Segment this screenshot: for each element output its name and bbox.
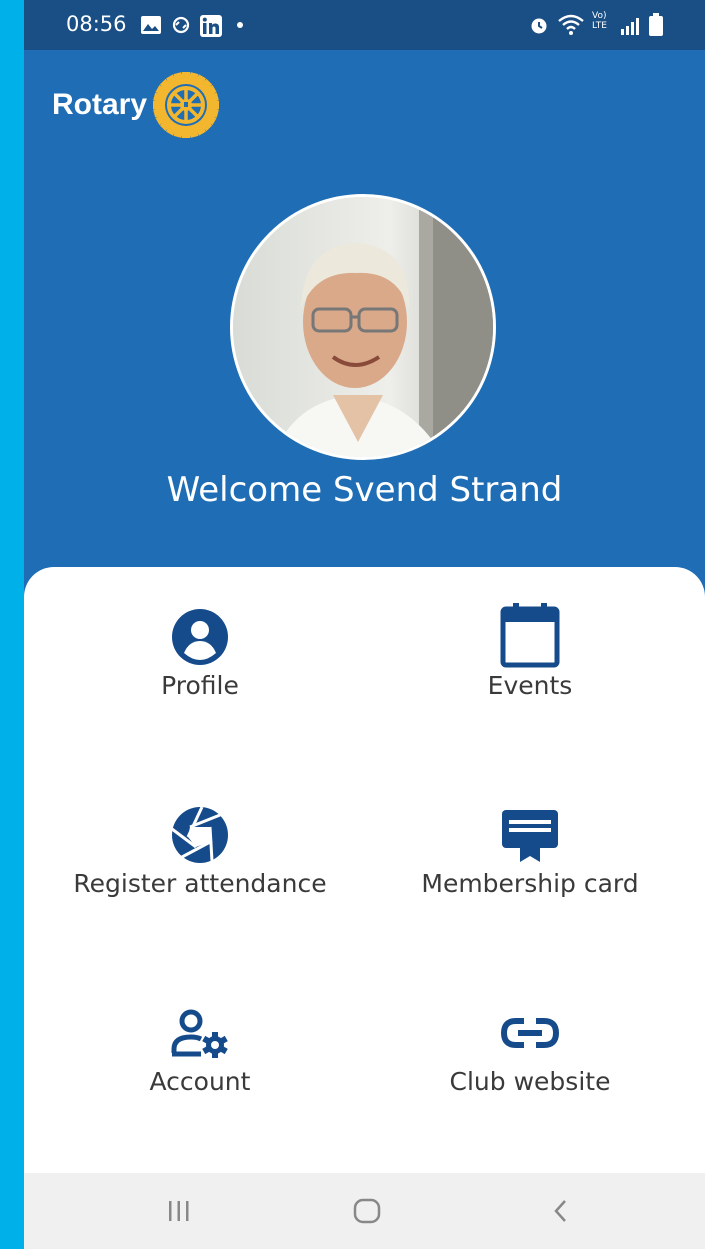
status-time: 08:56 — [66, 12, 127, 36]
navigation-bar — [24, 1173, 705, 1249]
lte-label: LTE — [592, 21, 607, 31]
account-label: Account — [149, 1067, 251, 1096]
volte-icon: Vo) LTE — [592, 11, 616, 31]
register-attendance-tile[interactable]: Register attendance — [35, 765, 365, 915]
rotary-wheel-icon — [153, 72, 220, 138]
battery-icon — [649, 13, 663, 36]
recents-button[interactable] — [149, 1191, 209, 1231]
card-icon — [502, 810, 558, 862]
linkedin-icon — [200, 15, 222, 37]
welcome-heading: Welcome Svend Strand — [166, 470, 563, 510]
profile-avatar — [230, 194, 496, 460]
account-tile[interactable]: Account — [35, 963, 365, 1113]
signal-icon — [621, 18, 639, 35]
calendar-icon — [500, 603, 560, 668]
dot-icon — [237, 22, 243, 28]
register-attendance-label: Register attendance — [73, 869, 327, 898]
sync-icon — [172, 16, 190, 34]
status-bar: 08:56 Vo) LTE — [24, 0, 705, 50]
profile-photo — [233, 197, 493, 457]
home-icon — [353, 1198, 381, 1224]
club-website-label: Club website — [449, 1067, 611, 1096]
rotary-logo: Rotary — [52, 72, 220, 138]
wifi-icon — [558, 14, 584, 35]
club-website-tile[interactable]: Club website — [365, 963, 695, 1113]
profile-tile[interactable]: Profile — [35, 567, 365, 717]
home-button[interactable] — [337, 1191, 397, 1231]
brand-name: Rotary — [52, 88, 148, 121]
menu-panel: Profile Events Register attendance Membe… — [24, 567, 705, 1173]
events-label: Events — [487, 671, 573, 700]
gallery-icon — [141, 16, 161, 34]
back-button[interactable] — [531, 1191, 591, 1231]
membership-card-label: Membership card — [421, 869, 639, 898]
shutter-icon — [171, 806, 228, 863]
app-header: Rotary Welcome Svend Strand — [24, 50, 705, 570]
recents-icon — [169, 1201, 189, 1221]
volte-label: Vo) — [592, 11, 607, 21]
back-icon — [554, 1200, 566, 1222]
app-screen: 08:56 Vo) LTE Rotary Welcome Svend Stran… — [24, 0, 705, 1249]
profile-label: Profile — [161, 671, 239, 700]
alarm-icon — [531, 18, 547, 34]
profile-icon — [172, 609, 228, 665]
account-settings-icon — [171, 1009, 228, 1058]
link-icon — [500, 1018, 560, 1048]
membership-card-tile[interactable]: Membership card — [365, 765, 695, 915]
events-tile[interactable]: Events — [365, 567, 695, 717]
